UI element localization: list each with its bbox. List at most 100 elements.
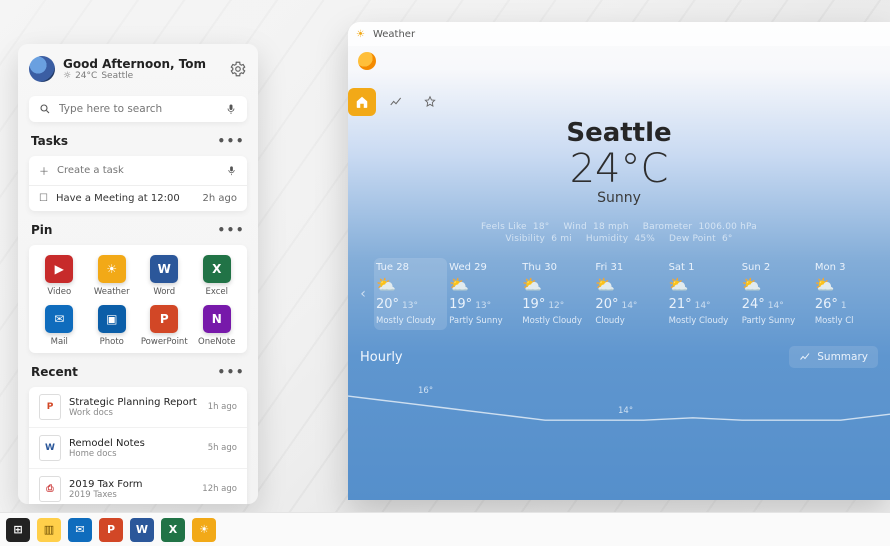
pin-excel[interactable]: XExcel: [192, 255, 242, 297]
taskbar-mail-button[interactable]: ✉: [68, 518, 92, 542]
weather-window: ☀ Weather Seattle 24°C Sunny Feels Like …: [348, 22, 890, 500]
nav-favorites-button[interactable]: [416, 88, 444, 116]
day-cond: Cloudy: [595, 316, 664, 326]
forecast-day[interactable]: Sun 2 ⛅ 24°14° Partly Sunny: [740, 258, 813, 330]
cloud-icon: ⛅: [815, 277, 884, 293]
taskbar-word-button[interactable]: W: [130, 518, 154, 542]
day-temp: 26°1: [815, 297, 884, 312]
greeting: Good Afternoon, Tom: [63, 57, 221, 71]
doc-time: 5h ago: [208, 443, 237, 453]
pin-photo[interactable]: ▣Photo: [87, 305, 137, 347]
forecast-day[interactable]: Fri 31 ⛅ 20°14° Cloudy: [593, 258, 666, 330]
cloud-icon: ⛅: [522, 277, 591, 293]
greet-city: Seattle: [101, 71, 133, 81]
doc-icon: ⎙: [39, 476, 61, 502]
taskbar-files-button[interactable]: ▥: [37, 518, 61, 542]
day-label: Sun 2: [742, 262, 811, 273]
pin-grid: ▶Video☀Weather W Word XExcel ✉Mail▣PhotoPPow…: [33, 255, 243, 347]
chart-mark: 14°: [618, 406, 633, 416]
title-bar[interactable]: ☀ Weather: [348, 22, 890, 46]
recent-item[interactable]: PStrategic Planning ReportWork docs1h ag…: [29, 387, 247, 428]
day-temp: 20°14°: [595, 297, 664, 312]
task-create-row[interactable]: ＋: [29, 156, 247, 186]
hourly-label: Hourly: [360, 350, 403, 365]
search-input[interactable]: [59, 103, 217, 115]
doc-sub: 2019 Taxes: [69, 490, 143, 500]
day-label: Wed 29: [449, 262, 518, 273]
forecast-day[interactable]: Tue 28⛅20°13°Mostly Cloudy: [374, 258, 447, 330]
weather-icon: ☀: [356, 29, 365, 40]
forecast-day[interactable]: Wed 29⛅19°13°Partly Sunny: [447, 258, 520, 330]
search-icon: [39, 103, 51, 115]
taskbar-powerpoint-button[interactable]: P: [99, 518, 123, 542]
pin-label: PowerPoint: [141, 337, 188, 347]
pin-more-icon[interactable]: •••: [217, 223, 245, 237]
chart-mark: 16°: [418, 386, 433, 396]
doc-icon: P: [39, 394, 61, 420]
cloud-icon: ⛅: [669, 277, 738, 293]
pin-onenote[interactable]: NOneNote: [192, 305, 242, 347]
nav-home-button[interactable]: [348, 88, 376, 116]
avatar[interactable]: [29, 56, 55, 82]
task-create-input[interactable]: [57, 165, 218, 176]
task-time: 2h ago: [203, 193, 237, 204]
pin-header: Pin: [31, 223, 52, 237]
day-label: Mon 3: [815, 262, 884, 273]
day-temp: 24°14°: [742, 297, 811, 312]
nav-trends-button[interactable]: [382, 88, 410, 116]
day-cond: Partly Sunny: [742, 316, 811, 326]
task-item[interactable]: ☐ Have a Meeting at 12:00 2h ago: [29, 186, 247, 211]
pin-label: Video: [47, 287, 71, 297]
app-icon: ✉: [45, 305, 73, 333]
forecast-day[interactable]: Mon 3⛅26°1Mostly Cl: [813, 258, 886, 330]
app-icon: W: [150, 255, 178, 283]
tasks-header: Tasks: [31, 134, 68, 148]
doc-title: Strategic Planning Report: [69, 397, 197, 408]
taskbar-excel-button[interactable]: X: [161, 518, 185, 542]
current-condition: Sunny: [348, 190, 890, 206]
forecast-prev-button[interactable]: ‹: [352, 286, 374, 302]
doc-time: 12h ago: [202, 484, 237, 494]
gear-icon[interactable]: [229, 60, 247, 78]
recent-item[interactable]: WRemodel NotesHome docs5h ago: [29, 428, 247, 469]
pin-video[interactable]: ▶Video: [34, 255, 84, 297]
forecast-day[interactable]: Sat 1⛅21°14°Mostly Cloudy: [667, 258, 740, 330]
pin-powerpoint[interactable]: PPowerPoint: [139, 305, 189, 347]
taskbar-start-button[interactable]: ⊞: [6, 518, 30, 542]
forecast-day[interactable]: Thu 30⛅19°12°Mostly Cloudy: [520, 258, 593, 330]
pin-mail[interactable]: ✉Mail: [34, 305, 84, 347]
taskbar: ⊞ ▥ ✉ PWX ☀: [0, 512, 890, 546]
pin-word[interactable]: W Word: [139, 255, 189, 297]
mic-icon[interactable]: [226, 165, 237, 176]
recent-header: Recent: [31, 365, 78, 379]
mic-icon[interactable]: [225, 103, 237, 115]
day-label: Fri 31: [595, 262, 664, 273]
cloud-icon: ⛅: [376, 277, 445, 293]
current-temp: 24°C: [348, 146, 890, 192]
pin-label: Word: [153, 287, 175, 297]
pin-label: Excel: [205, 287, 228, 297]
recent-item[interactable]: ⎙ 2019 Tax Form2019 Taxes 12h ago: [29, 469, 247, 504]
day-cond: Mostly Cloudy: [522, 316, 591, 326]
forecast-row: Tue 28⛅20°13°Mostly CloudyWed 29⛅19°13°P…: [374, 258, 886, 330]
city-name: Seattle: [348, 118, 890, 148]
pin-weather[interactable]: ☀Weather: [87, 255, 137, 297]
summary-button[interactable]: Summary: [789, 346, 878, 368]
tasks-more-icon[interactable]: •••: [217, 134, 245, 148]
sun-icon: ☼: [63, 71, 71, 81]
app-icon: N: [203, 305, 231, 333]
cloud-icon: ⛅: [595, 277, 664, 293]
plus-icon: ＋: [39, 163, 49, 178]
doc-title: 2019 Tax Form: [69, 479, 143, 490]
checkbox-icon[interactable]: ☐: [39, 193, 48, 204]
day-temp: 20°13°: [376, 297, 445, 312]
recent-more-icon[interactable]: •••: [217, 365, 245, 379]
day-cond: Partly Sunny: [449, 316, 518, 326]
app-title: Weather: [373, 29, 415, 40]
day-temp: 21°14°: [669, 297, 738, 312]
taskbar-weather-button[interactable]: ☀: [192, 518, 216, 542]
search-box[interactable]: [29, 96, 247, 122]
day-temp: 19°13°: [449, 297, 518, 312]
current-location-icon[interactable]: [358, 52, 376, 70]
cloud-icon: ⛅: [742, 277, 811, 293]
